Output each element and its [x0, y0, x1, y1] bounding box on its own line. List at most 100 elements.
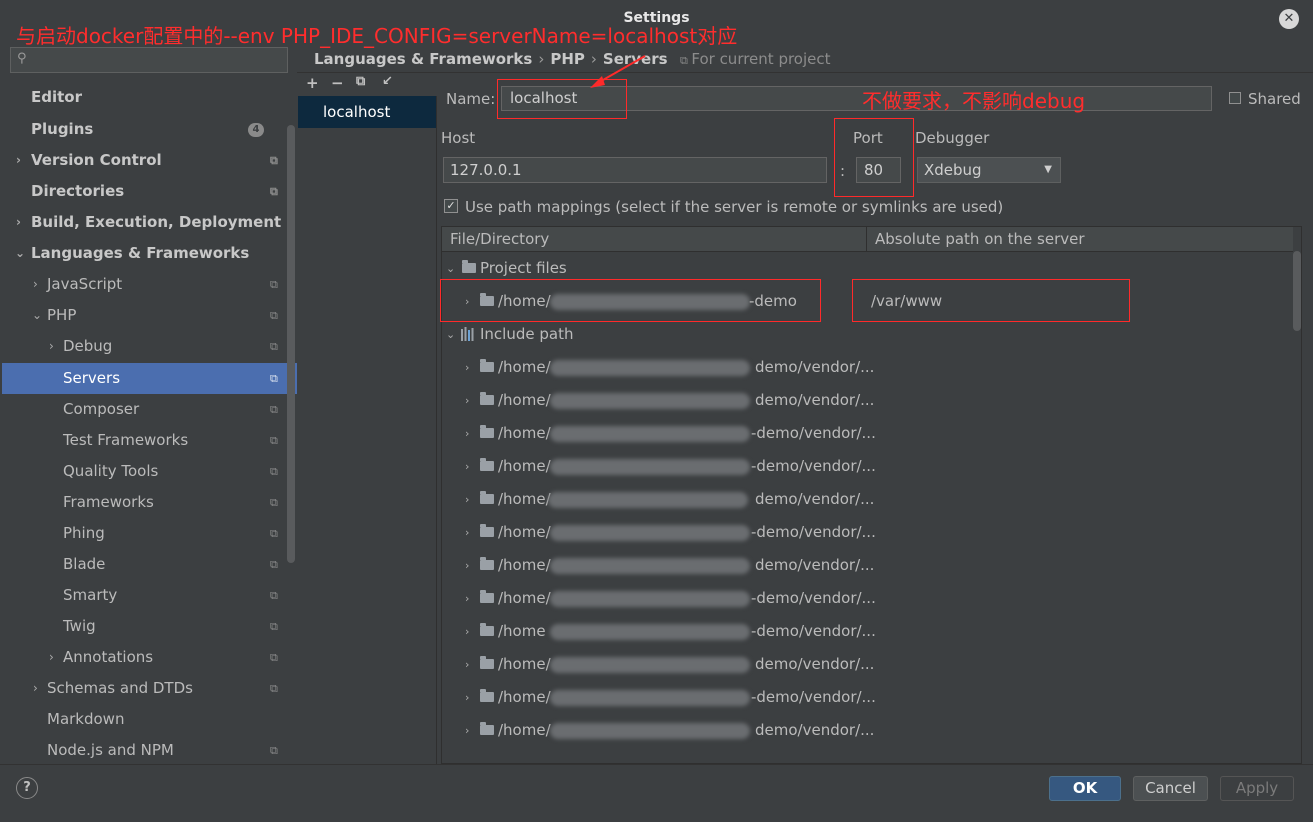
close-button[interactable]: ✕: [1279, 9, 1299, 29]
sidebar-item-test-frameworks[interactable]: Test Frameworks ⧉: [0, 425, 287, 456]
sidebar-item-nodejs-npm[interactable]: Node.js and NPM ⧉: [0, 735, 287, 766]
column-header-server-path[interactable]: Absolute path on the server: [875, 227, 1085, 251]
chevron-right-icon[interactable]: ›: [465, 648, 469, 681]
copy-icon: ⧉: [270, 744, 278, 757]
copy-icon: ⧉: [270, 403, 278, 416]
sidebar-item-frameworks[interactable]: Frameworks ⧉: [0, 487, 287, 518]
apply-button[interactable]: Apply: [1220, 776, 1294, 801]
annotation-box-port: [834, 118, 914, 197]
table-scrollbar[interactable]: [1293, 251, 1301, 331]
copy-icon[interactable]: ⧉: [356, 74, 365, 89]
sidebar-item-label: Annotations: [63, 648, 154, 666]
copy-icon: ⧉: [270, 682, 278, 695]
chevron-right-icon[interactable]: ›: [465, 417, 469, 450]
sidebar-item-php[interactable]: ⌄ PHP ⧉: [0, 300, 287, 331]
help-button[interactable]: ?: [16, 777, 38, 799]
folder-icon: [480, 458, 494, 471]
name-label: Name:: [446, 90, 496, 108]
table-row[interactable]: › /home/demo/vendor/...: [442, 483, 1293, 516]
sidebar-item-label: Smarty: [63, 586, 118, 604]
import-icon[interactable]: ↙: [382, 74, 393, 89]
host-input[interactable]: 127.0.0.1: [443, 157, 827, 183]
copy-icon: ⧉: [270, 527, 278, 540]
sidebar-item-version-control[interactable]: › Version Control ⧉: [0, 145, 287, 176]
table-row[interactable]: › /home/demo/vendor/...: [442, 384, 1293, 417]
sidebar-item-directories[interactable]: Directories ⧉: [0, 176, 287, 207]
sidebar-item-build[interactable]: › Build, Execution, Deployment: [0, 207, 287, 238]
chevron-right-icon[interactable]: ›: [33, 673, 38, 704]
chevron-right-icon[interactable]: ›: [465, 351, 469, 384]
local-path-suffix: -demo/vendor/...: [751, 457, 876, 475]
sidebar-item-schemas-dtds[interactable]: › Schemas and DTDs ⧉: [0, 673, 287, 704]
path-mappings-label[interactable]: Use path mappings (select if the server …: [465, 196, 1003, 218]
sidebar-item-languages-frameworks[interactable]: ⌄ Languages & Frameworks: [0, 238, 287, 269]
scope-label: ⧉ For current project: [680, 47, 831, 73]
folder-icon: [480, 392, 494, 405]
sidebar-item-debug[interactable]: › Debug ⧉: [0, 331, 287, 362]
table-row[interactable]: › /home/demo/vendor/...: [442, 351, 1293, 384]
sidebar-item-composer[interactable]: Composer ⧉: [0, 394, 287, 425]
local-path-suffix: -demo/vendor/...: [751, 523, 876, 541]
table-row[interactable]: › /home/ -demo/vendor/...: [442, 516, 1293, 549]
sidebar-item-editor[interactable]: Editor: [0, 82, 287, 113]
server-item-localhost[interactable]: localhost: [298, 96, 436, 128]
ok-button[interactable]: OK: [1049, 776, 1121, 801]
table-row[interactable]: › /home/demo/vendor/...: [442, 648, 1293, 681]
table-row[interactable]: › /home/ -demo/vendor/...: [442, 681, 1293, 714]
sidebar-item-servers[interactable]: Servers ⧉: [2, 363, 297, 394]
sidebar-item-markdown[interactable]: Markdown: [0, 704, 287, 735]
chevron-down-icon[interactable]: ⌄: [446, 318, 455, 351]
breadcrumb-item[interactable]: Languages & Frameworks: [314, 50, 532, 68]
table-row[interactable]: › /home/ -demo/vendor/...: [442, 582, 1293, 615]
sidebar-item-plugins[interactable]: Plugins: [0, 114, 287, 145]
chevron-down-icon[interactable]: ⌄: [15, 238, 25, 269]
chevron-right-icon[interactable]: ›: [465, 714, 469, 747]
add-icon[interactable]: +: [306, 74, 319, 92]
sidebar-item-label: Servers: [63, 369, 121, 387]
sidebar-item-label: Languages & Frameworks: [31, 244, 250, 262]
chevron-right-icon[interactable]: ›: [16, 145, 21, 176]
group-include-path[interactable]: ⌄ Include path: [442, 318, 1293, 351]
sidebar-item-javascript[interactable]: › JavaScript ⧉: [0, 269, 287, 300]
table-row[interactable]: › /home -demo/vendor/...: [442, 615, 1293, 648]
chevron-right-icon[interactable]: ›: [16, 207, 21, 238]
remove-icon[interactable]: −: [331, 74, 344, 92]
shared-checkbox[interactable]: [1229, 92, 1241, 104]
debugger-select[interactable]: Xdebug ▼: [917, 157, 1061, 183]
chevron-right-icon[interactable]: ›: [465, 615, 469, 648]
sidebar-item-label: Node.js and NPM: [47, 741, 174, 759]
chevron-right-icon[interactable]: ›: [465, 384, 469, 417]
sidebar-item-label: Quality Tools: [63, 462, 159, 480]
table-row[interactable]: › /home/ -demo/vendor/...: [442, 417, 1293, 450]
chevron-right-icon[interactable]: ›: [49, 331, 54, 362]
shared-label[interactable]: Shared: [1248, 88, 1301, 110]
chevron-right-icon[interactable]: ›: [465, 516, 469, 549]
copy-icon: ⧉: [270, 558, 278, 571]
cancel-button[interactable]: Cancel: [1133, 776, 1208, 801]
sidebar-item-phing[interactable]: Phing ⧉: [0, 518, 287, 549]
debugger-value: Xdebug: [924, 161, 982, 179]
table-row[interactable]: › /home/demo/vendor/...: [442, 549, 1293, 582]
chevron-down-icon: ▼: [1044, 164, 1052, 175]
chevron-right-icon[interactable]: ›: [465, 681, 469, 714]
sidebar-scrollbar[interactable]: [287, 125, 295, 563]
chevron-right-icon[interactable]: ›: [465, 483, 469, 516]
chevron-right-icon[interactable]: ›: [465, 450, 469, 483]
local-path-prefix: /home/: [498, 523, 551, 541]
sidebar-item-twig[interactable]: Twig ⧉: [0, 611, 287, 642]
table-row[interactable]: › /home/demo/vendor/...: [442, 714, 1293, 747]
sidebar-item-smarty[interactable]: Smarty ⧉: [0, 580, 287, 611]
table-row[interactable]: › /home/ -demo/vendor/...: [442, 450, 1293, 483]
search-input[interactable]: ⚲: [10, 47, 288, 73]
chevron-down-icon[interactable]: ⌄: [32, 300, 42, 331]
sidebar-item-quality-tools[interactable]: Quality Tools ⧉: [0, 456, 287, 487]
column-header-file[interactable]: File/Directory: [450, 227, 549, 251]
annotation-text-name: 不做要求，不影响debug: [862, 89, 1086, 113]
chevron-right-icon[interactable]: ›: [33, 269, 38, 300]
chevron-right-icon[interactable]: ›: [49, 642, 54, 673]
sidebar-item-annotations[interactable]: › Annotations ⧉: [0, 642, 287, 673]
sidebar-item-blade[interactable]: Blade ⧉: [0, 549, 287, 580]
path-mappings-checkbox[interactable]: ✓: [444, 199, 458, 213]
chevron-right-icon[interactable]: ›: [465, 582, 469, 615]
chevron-right-icon[interactable]: ›: [465, 549, 469, 582]
